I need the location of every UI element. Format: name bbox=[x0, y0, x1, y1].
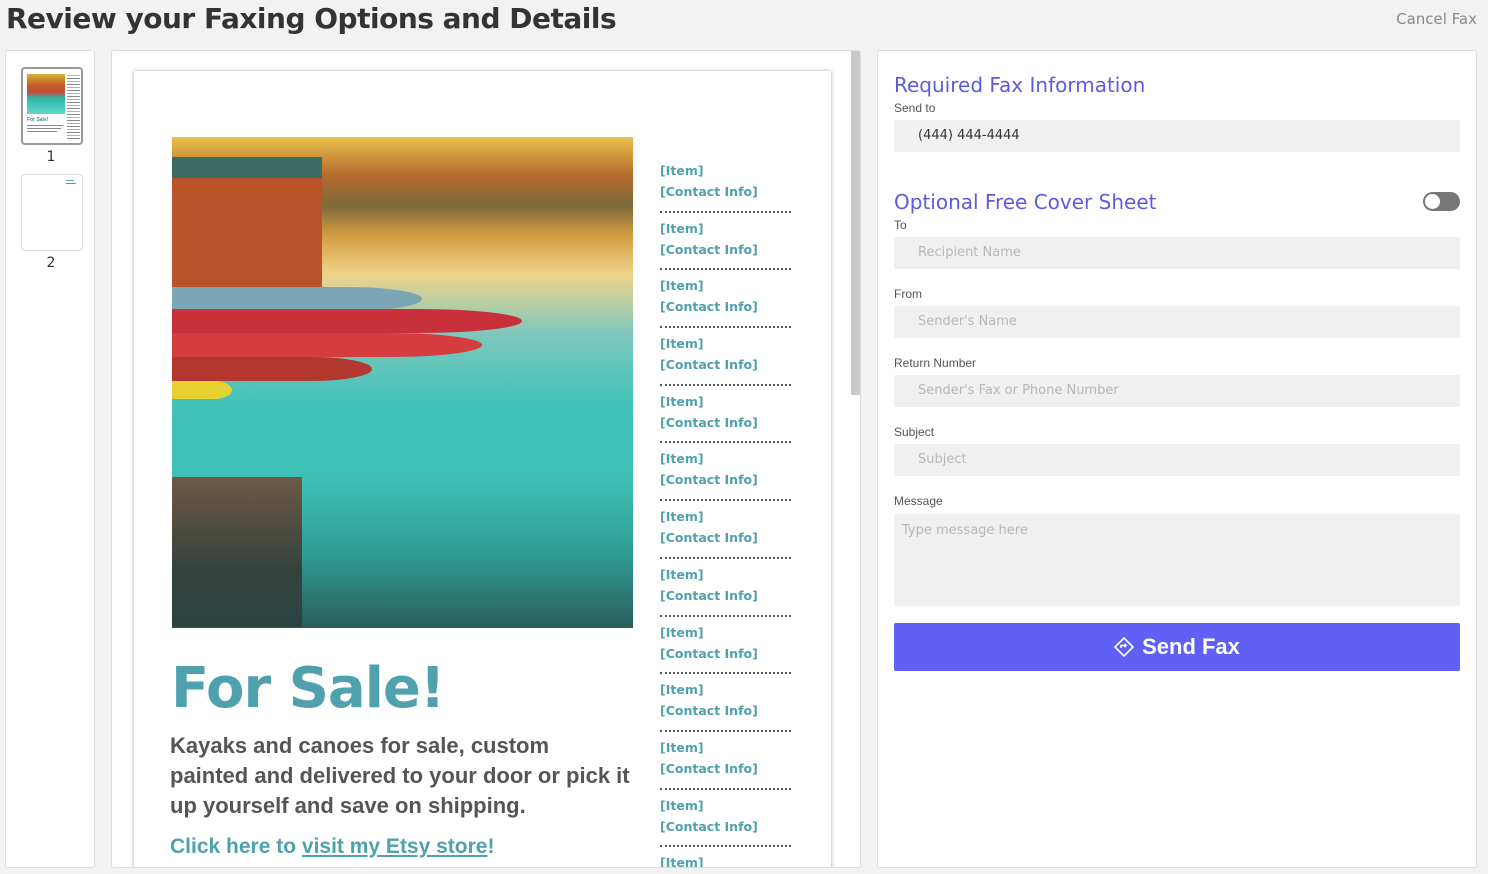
thumbnail-text-line bbox=[66, 183, 76, 184]
contact-info-label: [Contact Info] bbox=[660, 414, 758, 430]
contact-info-label: [Contact Info] bbox=[660, 530, 758, 546]
contact-info-label: [Contact Info] bbox=[660, 818, 758, 834]
send-fax-button[interactable]: Send Fax bbox=[894, 623, 1460, 671]
page-number-2: 2 bbox=[46, 255, 56, 271]
item-label: [Item] bbox=[660, 739, 704, 755]
etsy-prefix: Click here to bbox=[170, 835, 302, 858]
document-preview: For Sale! Kayaks and canoes for sale, cu… bbox=[111, 50, 861, 868]
page-thumbnail-2[interactable] bbox=[21, 174, 83, 251]
recipient-name-field[interactable]: Recipient Name bbox=[894, 237, 1460, 269]
thumbnail-text-line bbox=[27, 125, 63, 126]
item-block: [Item] [Contact Info] bbox=[660, 617, 791, 675]
thumbnail-item-list bbox=[67, 75, 80, 139]
item-label: [Item] bbox=[660, 855, 704, 868]
document-page: For Sale! Kayaks and canoes for sale, cu… bbox=[134, 71, 831, 868]
item-label: [Item] bbox=[660, 278, 704, 294]
contact-info-label: [Contact Info] bbox=[660, 241, 758, 257]
page-number-1: 1 bbox=[46, 149, 56, 165]
item-block: [Item] [Contact Info] bbox=[660, 155, 791, 213]
page-thumbnail-1[interactable]: For Sale! bbox=[21, 67, 83, 145]
description: Kayaks and canoes for sale, custom paint… bbox=[170, 733, 630, 818]
return-number-field[interactable]: Sender's Fax or Phone Number bbox=[894, 375, 1460, 407]
send-to-field[interactable]: (444) 444-4444 bbox=[894, 120, 1460, 152]
etsy-store-link[interactable]: visit my Etsy store bbox=[302, 835, 488, 858]
item-list: [Item] [Contact Info] [Item] [Contact Info]… bbox=[660, 155, 791, 868]
item-block: [Item] [Contact Info] bbox=[660, 674, 791, 732]
contact-info-label: [Contact Info] bbox=[660, 357, 758, 373]
toggle-knob bbox=[1425, 194, 1440, 209]
item-label: [Item] bbox=[660, 220, 704, 236]
headline: For Sale! bbox=[171, 656, 445, 721]
to-label: To bbox=[894, 218, 907, 232]
contact-info-label: [Contact Info] bbox=[660, 703, 758, 719]
thumbnail-photo bbox=[27, 74, 65, 114]
item-block: [Item] [Contact Info] bbox=[660, 386, 791, 444]
item-label: [Item] bbox=[660, 797, 704, 813]
item-block: [Item] [Contact Info] bbox=[660, 732, 791, 790]
item-label: [Item] bbox=[660, 566, 704, 582]
item-label: [Item] bbox=[660, 624, 704, 640]
contact-info-label: [Contact Info] bbox=[660, 645, 758, 661]
send-diamond-icon bbox=[1114, 637, 1135, 657]
boat bbox=[172, 287, 422, 311]
contact-info-label: [Contact Info] bbox=[660, 472, 758, 488]
thumbnail-text-line bbox=[27, 131, 57, 132]
fax-options-panel: Required Fax Information Send to (444) 4… bbox=[877, 50, 1477, 868]
item-block: [Item] [Contact Info] bbox=[660, 790, 791, 848]
item-block: [Item] [Contact Info] bbox=[660, 213, 791, 271]
item-label: [Item] bbox=[660, 393, 704, 409]
etsy-line: Click here to visit my Etsy store! bbox=[170, 835, 494, 859]
item-block: [Item] [Contact Info] bbox=[660, 559, 791, 617]
item-block: [Item] [Contact Info] bbox=[660, 270, 791, 329]
from-label: From bbox=[894, 287, 922, 301]
preview-scrollbar[interactable] bbox=[851, 51, 860, 395]
contact-info-label: [Contact Info] bbox=[660, 587, 758, 603]
thumbnail-text-line bbox=[27, 128, 61, 129]
thumbnail-title: For Sale! bbox=[27, 117, 49, 123]
water-reflection bbox=[172, 477, 302, 627]
cover-section-title: Optional Free Cover Sheet bbox=[894, 190, 1157, 214]
item-label: [Item] bbox=[660, 509, 704, 525]
item-label: [Item] bbox=[660, 682, 704, 698]
message-label: Message bbox=[894, 494, 943, 508]
send-to-label: Send to bbox=[894, 101, 936, 115]
subject-field[interactable]: Subject bbox=[894, 444, 1460, 476]
boathouse bbox=[172, 157, 322, 307]
contact-info-label: [Contact Info] bbox=[660, 184, 758, 199]
subject-label: Subject bbox=[894, 425, 935, 439]
cover-sheet-toggle[interactable] bbox=[1423, 192, 1460, 211]
sender-name-field[interactable]: Sender's Name bbox=[894, 306, 1460, 338]
page-title: Review your Faxing Options and Details bbox=[6, 2, 617, 35]
contact-info-label: [Contact Info] bbox=[660, 299, 758, 315]
thumbnail-text-line bbox=[66, 180, 74, 181]
boat bbox=[172, 333, 482, 357]
item-label: [Item] bbox=[660, 336, 704, 352]
kayak-photo bbox=[172, 137, 633, 628]
item-label: [Item] bbox=[660, 163, 704, 178]
item-block: [Item] [Contact Info] bbox=[660, 501, 791, 559]
page-thumbnails: For Sale! 1 2 bbox=[5, 50, 95, 868]
boat bbox=[172, 309, 522, 333]
return-number-label: Return Number bbox=[894, 356, 977, 370]
cancel-fax-link[interactable]: Cancel Fax bbox=[1396, 10, 1477, 28]
required-section-title: Required Fax Information bbox=[894, 73, 1146, 97]
item-block: [Item] bbox=[660, 847, 791, 868]
item-label: [Item] bbox=[660, 451, 704, 467]
boat bbox=[172, 357, 372, 381]
item-block: [Item] [Contact Info] bbox=[660, 443, 791, 502]
boat bbox=[172, 381, 232, 399]
message-field[interactable]: Type message here bbox=[894, 514, 1460, 606]
contact-info-label: [Contact Info] bbox=[660, 760, 758, 776]
item-block: [Item] [Contact Info] bbox=[660, 328, 791, 386]
etsy-suffix: ! bbox=[487, 835, 495, 858]
send-fax-label: Send Fax bbox=[1142, 634, 1240, 659]
